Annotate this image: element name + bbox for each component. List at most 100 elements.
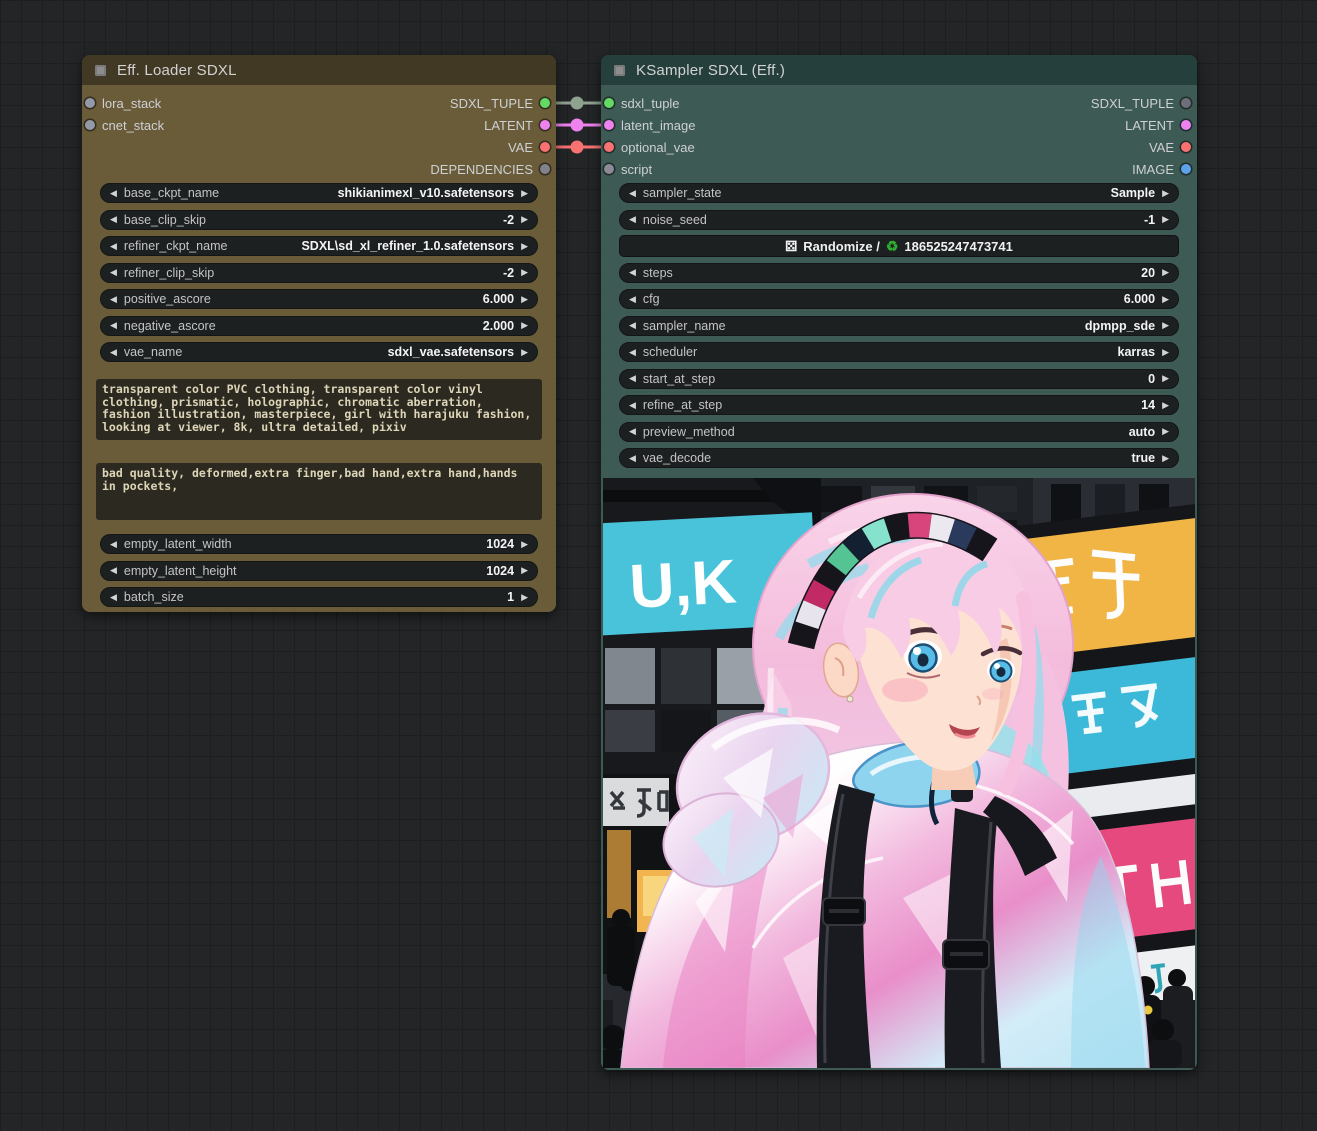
output-slot-latent[interactable]: LATENT: [1125, 117, 1191, 133]
widget-refine_at_step[interactable]: ◀ refine_at_step 14 ▶: [619, 395, 1179, 415]
increment-arrow-icon[interactable]: ▶: [521, 215, 528, 224]
node-titlebar[interactable]: Eff. Loader SDXL: [82, 55, 556, 85]
widget-empty_latent_width[interactable]: ◀ empty_latent_width 1024 ▶: [100, 534, 538, 554]
widget-sampler_state[interactable]: ◀ sampler_state Sample ▶: [619, 183, 1179, 203]
output-port[interactable]: [540, 164, 550, 174]
decrement-arrow-icon[interactable]: ◀: [629, 374, 636, 383]
input-port[interactable]: [604, 120, 614, 130]
widget-empty_latent_height[interactable]: ◀ empty_latent_height 1024 ▶: [100, 561, 538, 581]
increment-arrow-icon[interactable]: ▶: [1162, 348, 1169, 357]
decrement-arrow-icon[interactable]: ◀: [110, 242, 117, 251]
decrement-arrow-icon[interactable]: ◀: [629, 268, 636, 277]
widget-label: steps: [643, 266, 673, 280]
increment-arrow-icon[interactable]: ▶: [521, 268, 528, 277]
input-port[interactable]: [604, 164, 614, 174]
input-slot-lora-stack[interactable]: lora_stack: [85, 95, 161, 111]
negative-prompt-textarea[interactable]: bad quality, deformed,extra finger,bad h…: [96, 463, 542, 520]
randomize-seed-button[interactable]: ⚄ Randomize / ♻ 186525247473741: [619, 235, 1179, 257]
increment-arrow-icon[interactable]: ▶: [1162, 454, 1169, 463]
increment-arrow-icon[interactable]: ▶: [1162, 295, 1169, 304]
node-eff-loader-sdxl[interactable]: Eff. Loader SDXL lora_stack cnet_stack S…: [82, 55, 556, 612]
collapse-icon[interactable]: [95, 65, 106, 76]
increment-arrow-icon[interactable]: ▶: [521, 295, 528, 304]
collapse-icon[interactable]: [614, 65, 625, 76]
input-port[interactable]: [604, 98, 614, 108]
increment-arrow-icon[interactable]: ▶: [1162, 374, 1169, 383]
increment-arrow-icon[interactable]: ▶: [521, 566, 528, 575]
wire-dot-vae: [571, 141, 584, 154]
widget-base_ckpt_name[interactable]: ◀ base_ckpt_name shikianimexl_v10.safete…: [100, 183, 538, 203]
decrement-arrow-icon[interactable]: ◀: [629, 215, 636, 224]
widget-base_clip_skip[interactable]: ◀ base_clip_skip -2 ▶: [100, 210, 538, 230]
decrement-arrow-icon[interactable]: ◀: [629, 321, 636, 330]
decrement-arrow-icon[interactable]: ◀: [110, 321, 117, 330]
node-ksampler-sdxl-eff[interactable]: KSampler SDXL (Eff.) sdxl_tuple latent_i…: [601, 55, 1197, 1070]
increment-arrow-icon[interactable]: ▶: [521, 321, 528, 330]
increment-arrow-icon[interactable]: ▶: [521, 348, 528, 357]
input-slot-latent-image[interactable]: latent_image: [604, 117, 695, 133]
widget-steps[interactable]: ◀ steps 20 ▶: [619, 263, 1179, 283]
widget-vae_name[interactable]: ◀ vae_name sdxl_vae.safetensors ▶: [100, 342, 538, 362]
widget-positive_ascore[interactable]: ◀ positive_ascore 6.000 ▶: [100, 289, 538, 309]
output-port[interactable]: [540, 142, 550, 152]
widget-preview_method[interactable]: ◀ preview_method auto ▶: [619, 422, 1179, 442]
decrement-arrow-icon[interactable]: ◀: [110, 268, 117, 277]
input-port[interactable]: [85, 98, 95, 108]
input-slot-cnet-stack[interactable]: cnet_stack: [85, 117, 164, 133]
positive-prompt-textarea[interactable]: transparent color PVC clothing, transpar…: [96, 379, 542, 440]
increment-arrow-icon[interactable]: ▶: [1162, 401, 1169, 410]
output-slot-sdxl-tuple[interactable]: SDXL_TUPLE: [1091, 95, 1191, 111]
decrement-arrow-icon[interactable]: ◀: [110, 348, 117, 357]
increment-arrow-icon[interactable]: ▶: [1162, 268, 1169, 277]
decrement-arrow-icon[interactable]: ◀: [110, 540, 117, 549]
widget-noise_seed[interactable]: ◀ noise_seed -1 ▶: [619, 210, 1179, 230]
decrement-arrow-icon[interactable]: ◀: [110, 593, 117, 602]
widget-batch_size[interactable]: ◀ batch_size 1 ▶: [100, 587, 538, 607]
output-port[interactable]: [1181, 98, 1191, 108]
node-titlebar[interactable]: KSampler SDXL (Eff.): [601, 55, 1197, 85]
decrement-arrow-icon[interactable]: ◀: [110, 215, 117, 224]
increment-arrow-icon[interactable]: ▶: [521, 242, 528, 251]
widget-refiner_ckpt_name[interactable]: ◀ refiner_ckpt_name SDXL\sd_xl_refiner_1…: [100, 236, 538, 256]
decrement-arrow-icon[interactable]: ◀: [110, 189, 117, 198]
decrement-arrow-icon[interactable]: ◀: [629, 295, 636, 304]
output-slot-vae[interactable]: VAE: [508, 139, 550, 155]
increment-arrow-icon[interactable]: ▶: [1162, 189, 1169, 198]
widget-scheduler[interactable]: ◀ scheduler karras ▶: [619, 342, 1179, 362]
decrement-arrow-icon[interactable]: ◀: [629, 454, 636, 463]
input-port[interactable]: [85, 120, 95, 130]
widget-start_at_step[interactable]: ◀ start_at_step 0 ▶: [619, 369, 1179, 389]
widget-sampler_name[interactable]: ◀ sampler_name dpmpp_sde ▶: [619, 316, 1179, 336]
increment-arrow-icon[interactable]: ▶: [521, 593, 528, 602]
widget-cfg[interactable]: ◀ cfg 6.000 ▶: [619, 289, 1179, 309]
decrement-arrow-icon[interactable]: ◀: [629, 401, 636, 410]
output-port[interactable]: [1181, 120, 1191, 130]
decrement-arrow-icon[interactable]: ◀: [629, 427, 636, 436]
increment-arrow-icon[interactable]: ▶: [1162, 215, 1169, 224]
input-port[interactable]: [604, 142, 614, 152]
output-slot-dependencies[interactable]: DEPENDENCIES: [430, 161, 550, 177]
output-port[interactable]: [1181, 164, 1191, 174]
output-port[interactable]: [540, 98, 550, 108]
input-slot-optional-vae[interactable]: optional_vae: [604, 139, 695, 155]
increment-arrow-icon[interactable]: ▶: [521, 189, 528, 198]
input-slot-script[interactable]: script: [604, 161, 652, 177]
widget-value: 1024: [486, 564, 514, 578]
decrement-arrow-icon[interactable]: ◀: [110, 566, 117, 575]
decrement-arrow-icon[interactable]: ◀: [629, 189, 636, 198]
increment-arrow-icon[interactable]: ▶: [1162, 321, 1169, 330]
output-port[interactable]: [1181, 142, 1191, 152]
output-slot-image[interactable]: IMAGE: [1132, 161, 1191, 177]
output-slot-vae[interactable]: VAE: [1149, 139, 1191, 155]
decrement-arrow-icon[interactable]: ◀: [110, 295, 117, 304]
output-port[interactable]: [540, 120, 550, 130]
input-slot-sdxl-tuple[interactable]: sdxl_tuple: [604, 95, 680, 111]
widget-negative_ascore[interactable]: ◀ negative_ascore 2.000 ▶: [100, 316, 538, 336]
increment-arrow-icon[interactable]: ▶: [1162, 427, 1169, 436]
output-slot-latent[interactable]: LATENT: [484, 117, 550, 133]
output-slot-sdxl-tuple[interactable]: SDXL_TUPLE: [450, 95, 550, 111]
decrement-arrow-icon[interactable]: ◀: [629, 348, 636, 357]
widget-refiner_clip_skip[interactable]: ◀ refiner_clip_skip -2 ▶: [100, 263, 538, 283]
increment-arrow-icon[interactable]: ▶: [521, 540, 528, 549]
widget-vae_decode[interactable]: ◀ vae_decode true ▶: [619, 448, 1179, 468]
